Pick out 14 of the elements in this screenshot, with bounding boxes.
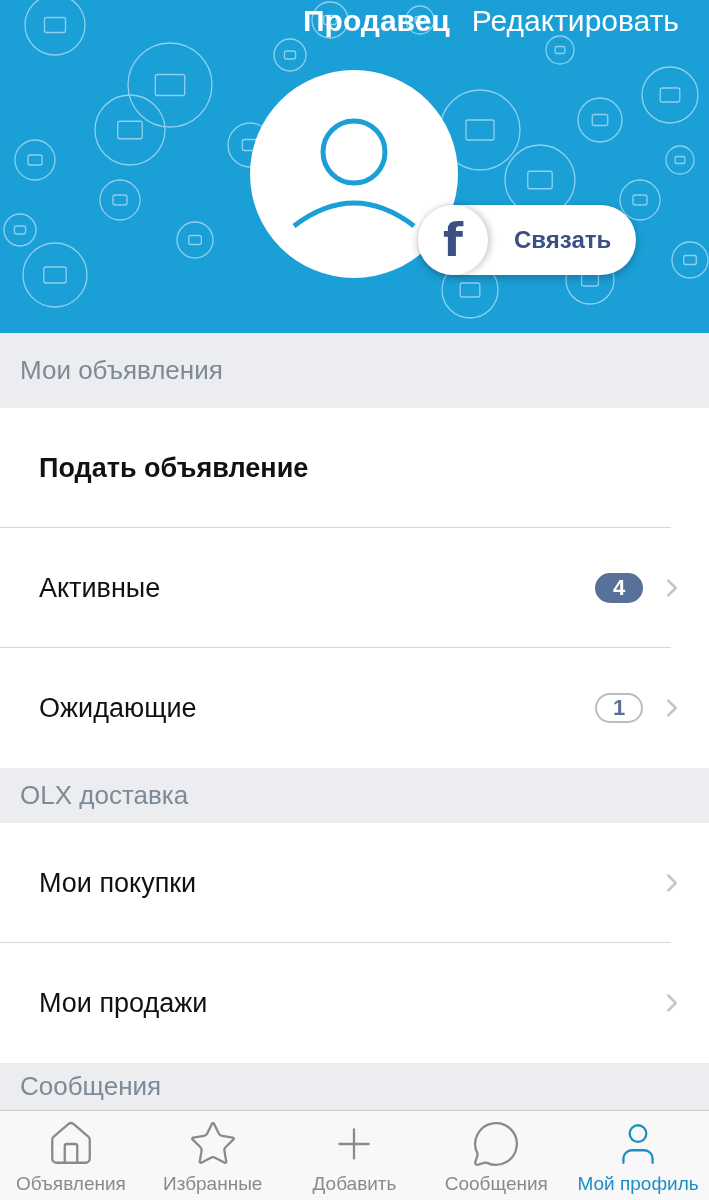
screen-title: Продавец (303, 4, 450, 38)
facebook-connect-button[interactable]: f Связать (418, 205, 636, 275)
section-title: Мои объявления (20, 355, 223, 386)
row-label: Подать объявление (39, 452, 310, 484)
count-badge: 1 (595, 693, 643, 723)
section-title: Сообщения (20, 1071, 162, 1102)
facebook-icon: f (418, 205, 488, 275)
section-title: OLX доставка (20, 780, 189, 811)
count-badge: 4 (595, 573, 643, 603)
row-label: Активные (39, 572, 162, 604)
row-label: Ожидающие (39, 692, 198, 724)
row-label: Мои покупки (39, 867, 198, 899)
tab[interactable]: Мой профиль (567, 1111, 709, 1200)
row-label: Мои продажи (39, 987, 209, 1019)
